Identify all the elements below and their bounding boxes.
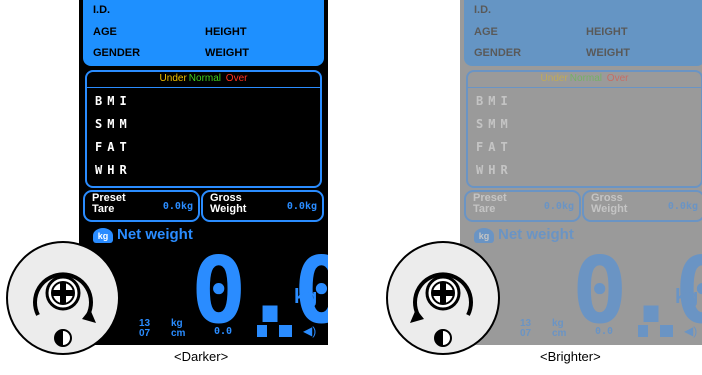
body-composition-box: Under Normal Over BMI SMM FAT WHR	[85, 70, 322, 188]
net-weight-heading: kg Net weight	[474, 226, 574, 243]
divider	[87, 87, 320, 88]
metric-bmi: BMI	[95, 94, 132, 108]
rating-legend: Under Normal Over	[468, 73, 701, 84]
rating-normal: Normal	[188, 73, 222, 84]
gross-weight-value: 0.0kg	[667, 201, 698, 212]
weight-unit: kg	[675, 286, 699, 308]
net-weight-label: Net weight	[117, 226, 193, 243]
status-reading: 0.0	[214, 326, 233, 337]
rating-normal: Normal	[569, 73, 603, 84]
rating-over: Over	[225, 73, 248, 84]
caption-darker: <Darker>	[174, 349, 229, 364]
speaker-icon: ◀)	[303, 324, 317, 338]
preset-tare-label: Preset Tare	[92, 192, 126, 215]
contrast-icon	[54, 329, 72, 347]
document-icon	[638, 325, 648, 337]
status-units: kg cm	[552, 318, 567, 339]
metric-whr: WHR	[95, 163, 132, 177]
preset-tare-box: Preset Tare 0.0kg	[464, 190, 581, 222]
brightness-dial-darker[interactable]	[6, 241, 120, 355]
height-label: HEIGHT	[205, 26, 247, 38]
contrast-icon	[434, 329, 452, 347]
gender-label: GENDER	[93, 47, 141, 59]
document-icon	[257, 325, 267, 337]
rating-under: Under	[540, 73, 568, 84]
metric-smm: SMM	[476, 117, 513, 131]
gross-weight-label: Gross Weight	[591, 192, 628, 215]
scale-icon: kg	[93, 227, 113, 243]
weight-label: WEIGHT	[586, 47, 630, 59]
age-label: AGE	[474, 26, 498, 38]
metric-fat: FAT	[95, 140, 132, 154]
net-weight-heading: kg Net weight	[93, 226, 193, 243]
rating-legend: Under Normal Over	[87, 73, 320, 84]
user-info-panel: I.D. AGE HEIGHT GENDER WEIGHT	[464, 0, 702, 66]
weight-unit: kg	[294, 286, 318, 308]
id-label: I.D.	[93, 4, 111, 16]
net-weight-label: Net weight	[498, 226, 574, 243]
metric-smm: SMM	[95, 117, 132, 131]
metric-fat: FAT	[476, 140, 513, 154]
weight-label: WEIGHT	[205, 47, 249, 59]
status-units: kg cm	[171, 318, 186, 339]
status-numbers: 13 07	[139, 318, 151, 339]
age-label: AGE	[93, 26, 117, 38]
gross-weight-value: 0.0kg	[286, 201, 317, 212]
gross-weight-box: Gross Weight 0.0kg	[201, 190, 324, 222]
preset-tare-value: 0.0kg	[543, 201, 574, 212]
height-label: HEIGHT	[586, 26, 628, 38]
preset-tare-value: 0.0kg	[162, 201, 193, 212]
divider	[468, 87, 701, 88]
metric-whr: WHR	[476, 163, 513, 177]
status-reading: 0.0	[595, 326, 614, 337]
printer-icon	[660, 325, 673, 337]
gender-label: GENDER	[474, 47, 522, 59]
speaker-icon: ◀)	[684, 324, 698, 338]
caption-brighter: <Brighter>	[540, 349, 601, 364]
status-numbers: 13 07	[520, 318, 532, 339]
gross-weight-box: Gross Weight 0.0kg	[582, 190, 702, 222]
scale-icon: kg	[474, 227, 494, 243]
preset-tare-box: Preset Tare 0.0kg	[83, 190, 200, 222]
user-info-panel: I.D. AGE HEIGHT GENDER WEIGHT	[83, 0, 324, 66]
body-composition-box: Under Normal Over BMI SMM FAT WHR	[466, 70, 702, 188]
rating-over: Over	[606, 73, 629, 84]
brightness-dial-brighter[interactable]	[386, 241, 500, 355]
metric-bmi: BMI	[476, 94, 513, 108]
id-label: I.D.	[474, 4, 492, 16]
gross-weight-label: Gross Weight	[210, 192, 247, 215]
printer-icon	[279, 325, 292, 337]
rating-under: Under	[159, 73, 187, 84]
preset-tare-label: Preset Tare	[473, 192, 507, 215]
